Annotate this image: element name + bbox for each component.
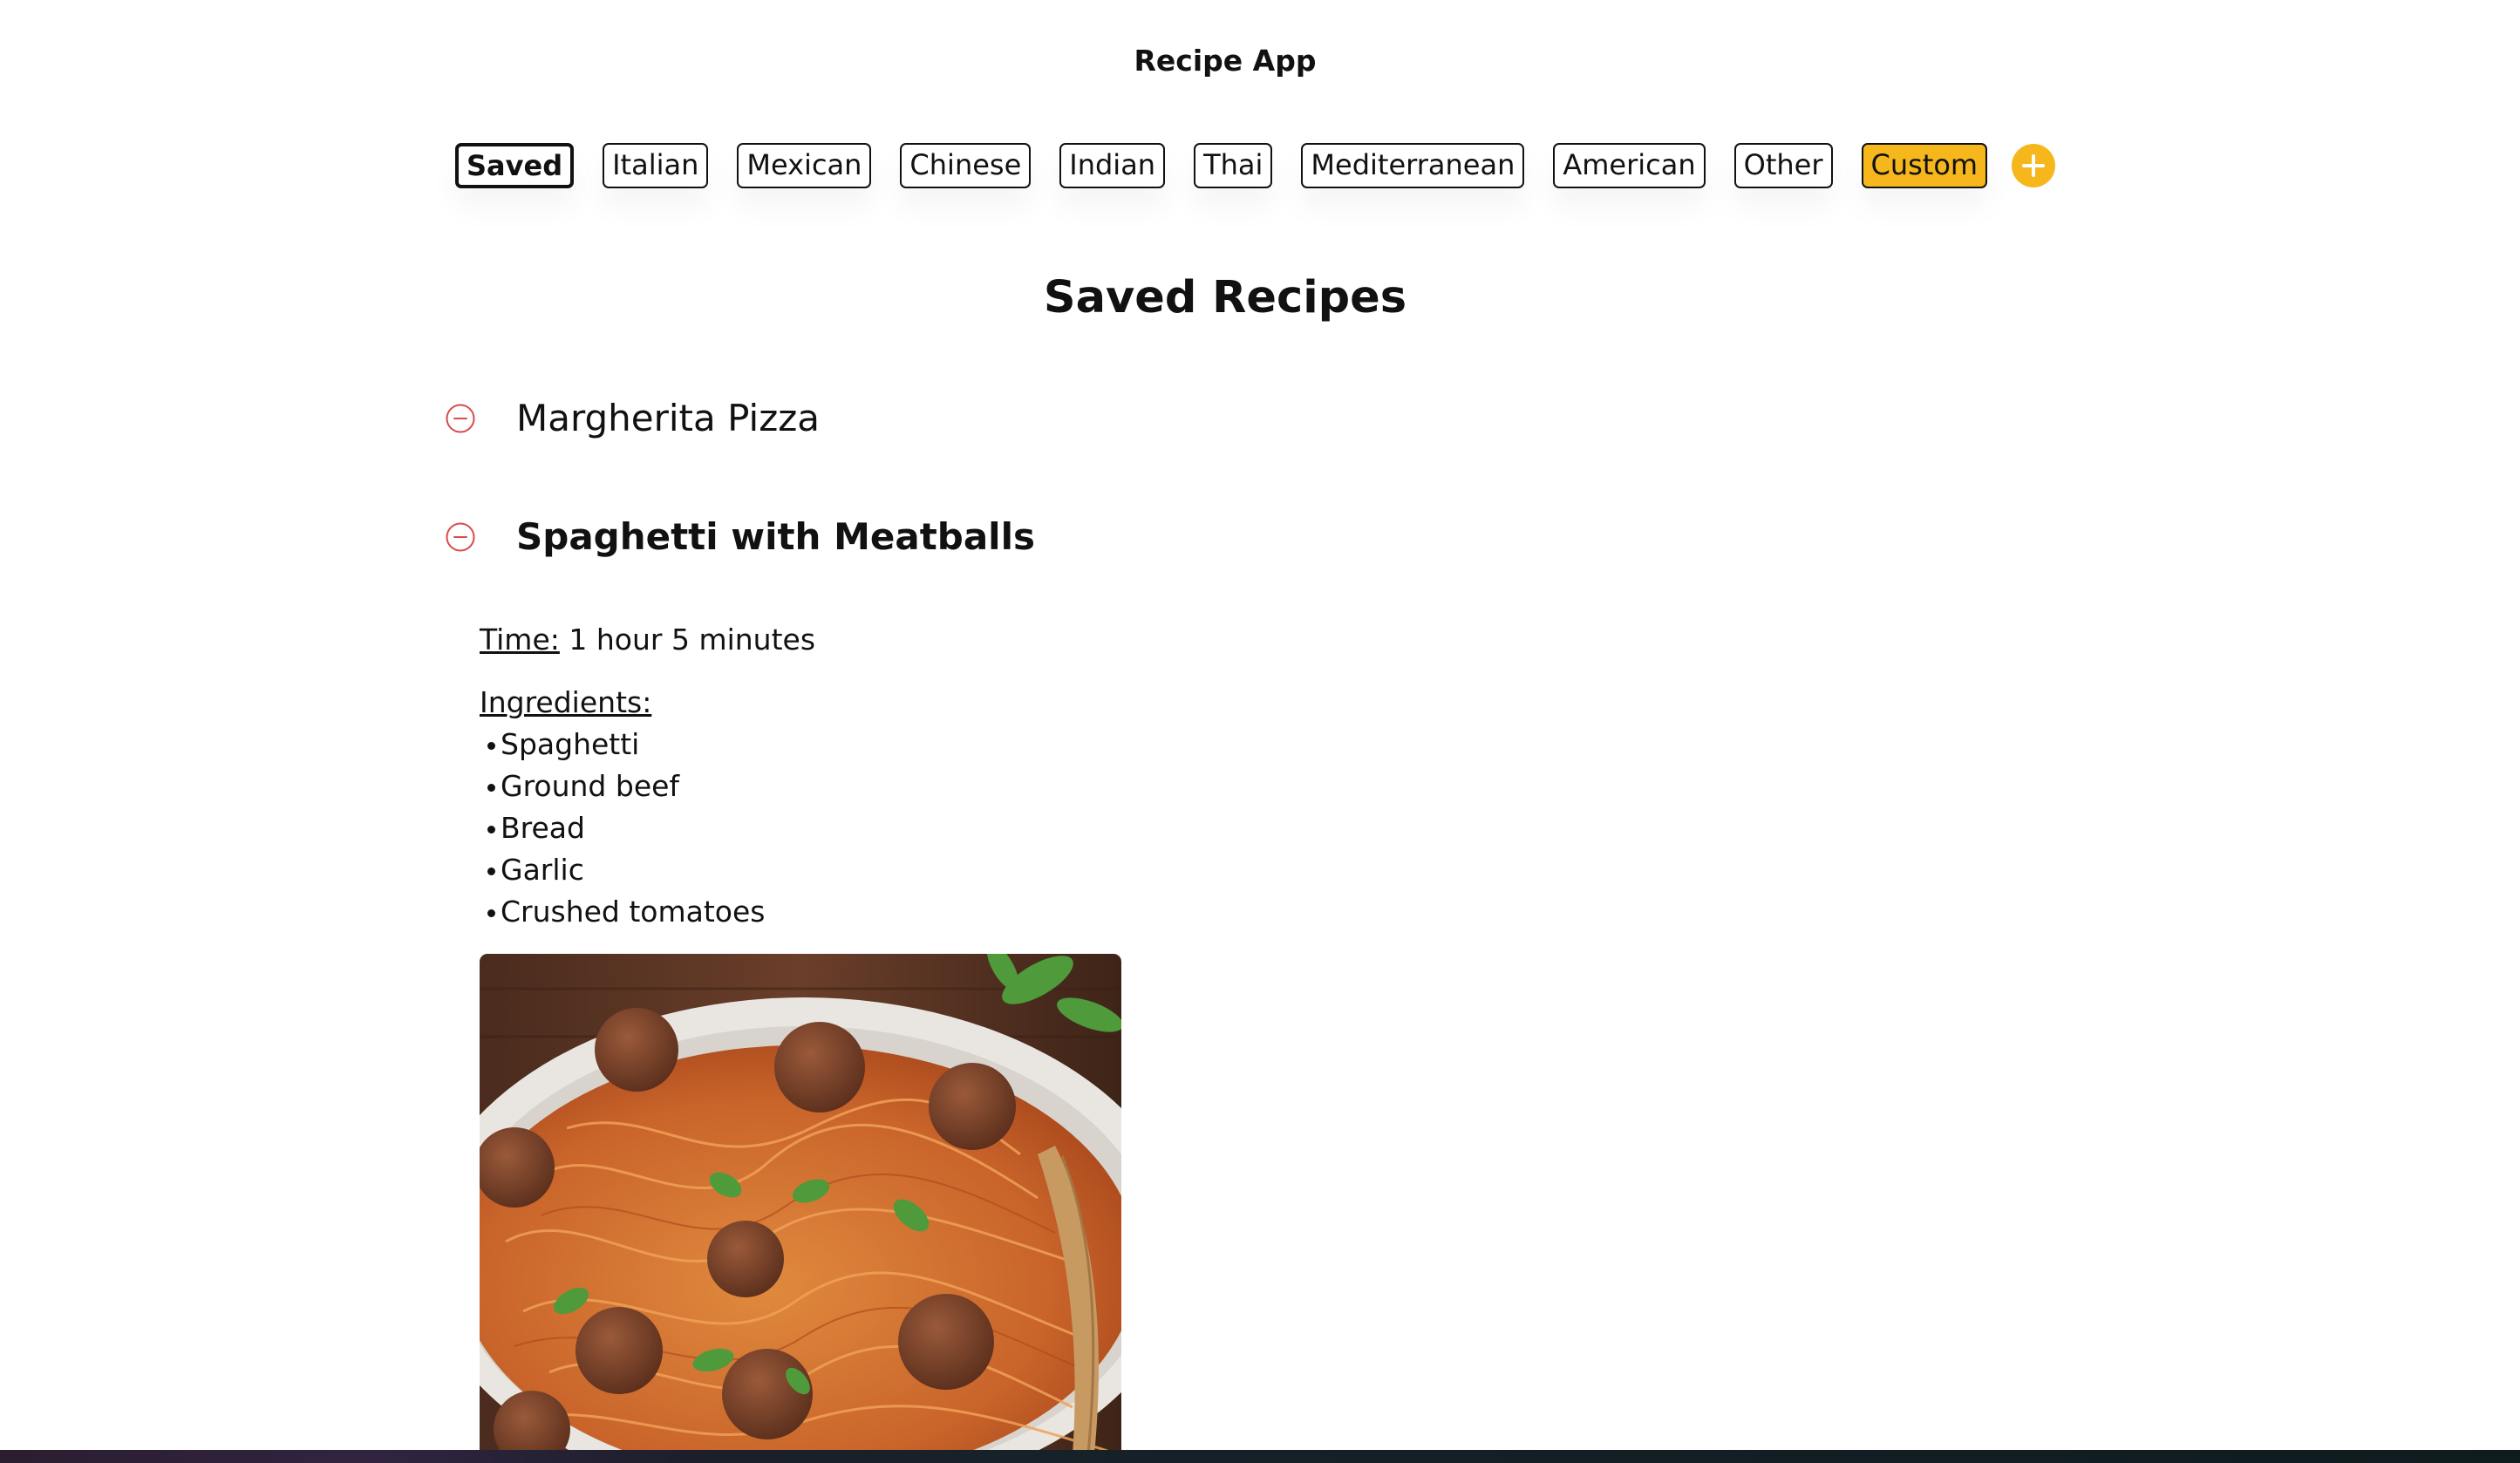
tab-saved[interactable]: Saved (455, 143, 575, 188)
recipe-row-margherita-pizza[interactable]: Margherita Pizza (445, 394, 820, 443)
tab-american[interactable]: American (1553, 143, 1706, 188)
recipe-row-spaghetti-with-meatballs[interactable]: Spaghetti with Meatballs (445, 513, 1035, 561)
ingredient-item: Garlic (487, 849, 815, 891)
plus-icon (2022, 154, 2046, 177)
time-row: Time: 1 hour 5 minutes (480, 617, 815, 663)
add-category-button[interactable] (2012, 144, 2056, 187)
ingredient-item: Bread (487, 807, 815, 849)
time-value: 1 hour 5 minutes (569, 623, 816, 657)
time-label: Time: (480, 623, 560, 657)
page-title: Saved Recipes (1043, 272, 1407, 323)
tab-indian[interactable]: Indian (1059, 143, 1166, 188)
tab-other[interactable]: Other (1733, 143, 1833, 188)
tab-mexican[interactable]: Mexican (737, 143, 872, 188)
tab-custom[interactable]: Custom (1861, 143, 1988, 188)
minus-circle-icon[interactable] (445, 403, 476, 434)
ingredient-item: Crushed tomatoes (487, 891, 815, 933)
app-title: Recipe App (1134, 44, 1317, 78)
tab-italian[interactable]: Italian (603, 143, 709, 188)
spaghetti-meatballs-photo (480, 954, 1121, 1454)
tab-mediterranean[interactable]: Mediterranean (1301, 143, 1525, 188)
ingredients-label: Ingredients: (480, 685, 652, 719)
recipe-details: Time: 1 hour 5 minutes Ingredients: Spag… (480, 617, 815, 933)
ingredients-list: Spaghetti Ground beef Bread Garlic Crush… (480, 724, 815, 933)
recipe-name[interactable]: Spaghetti with Meatballs (516, 513, 1035, 561)
tab-chinese[interactable]: Chinese (900, 143, 1032, 188)
category-tabs: Saved Italian Mexican Chinese Indian Tha… (455, 141, 2056, 190)
ingredient-item: Spaghetti (487, 724, 815, 766)
recipe-photo (480, 954, 1121, 1454)
minus-circle-icon[interactable] (445, 521, 476, 553)
recipe-name[interactable]: Margherita Pizza (516, 394, 820, 443)
bottom-edge-strip (0, 1450, 2520, 1463)
tab-thai[interactable]: Thai (1194, 143, 1273, 188)
ingredient-item: Ground beef (487, 766, 815, 807)
